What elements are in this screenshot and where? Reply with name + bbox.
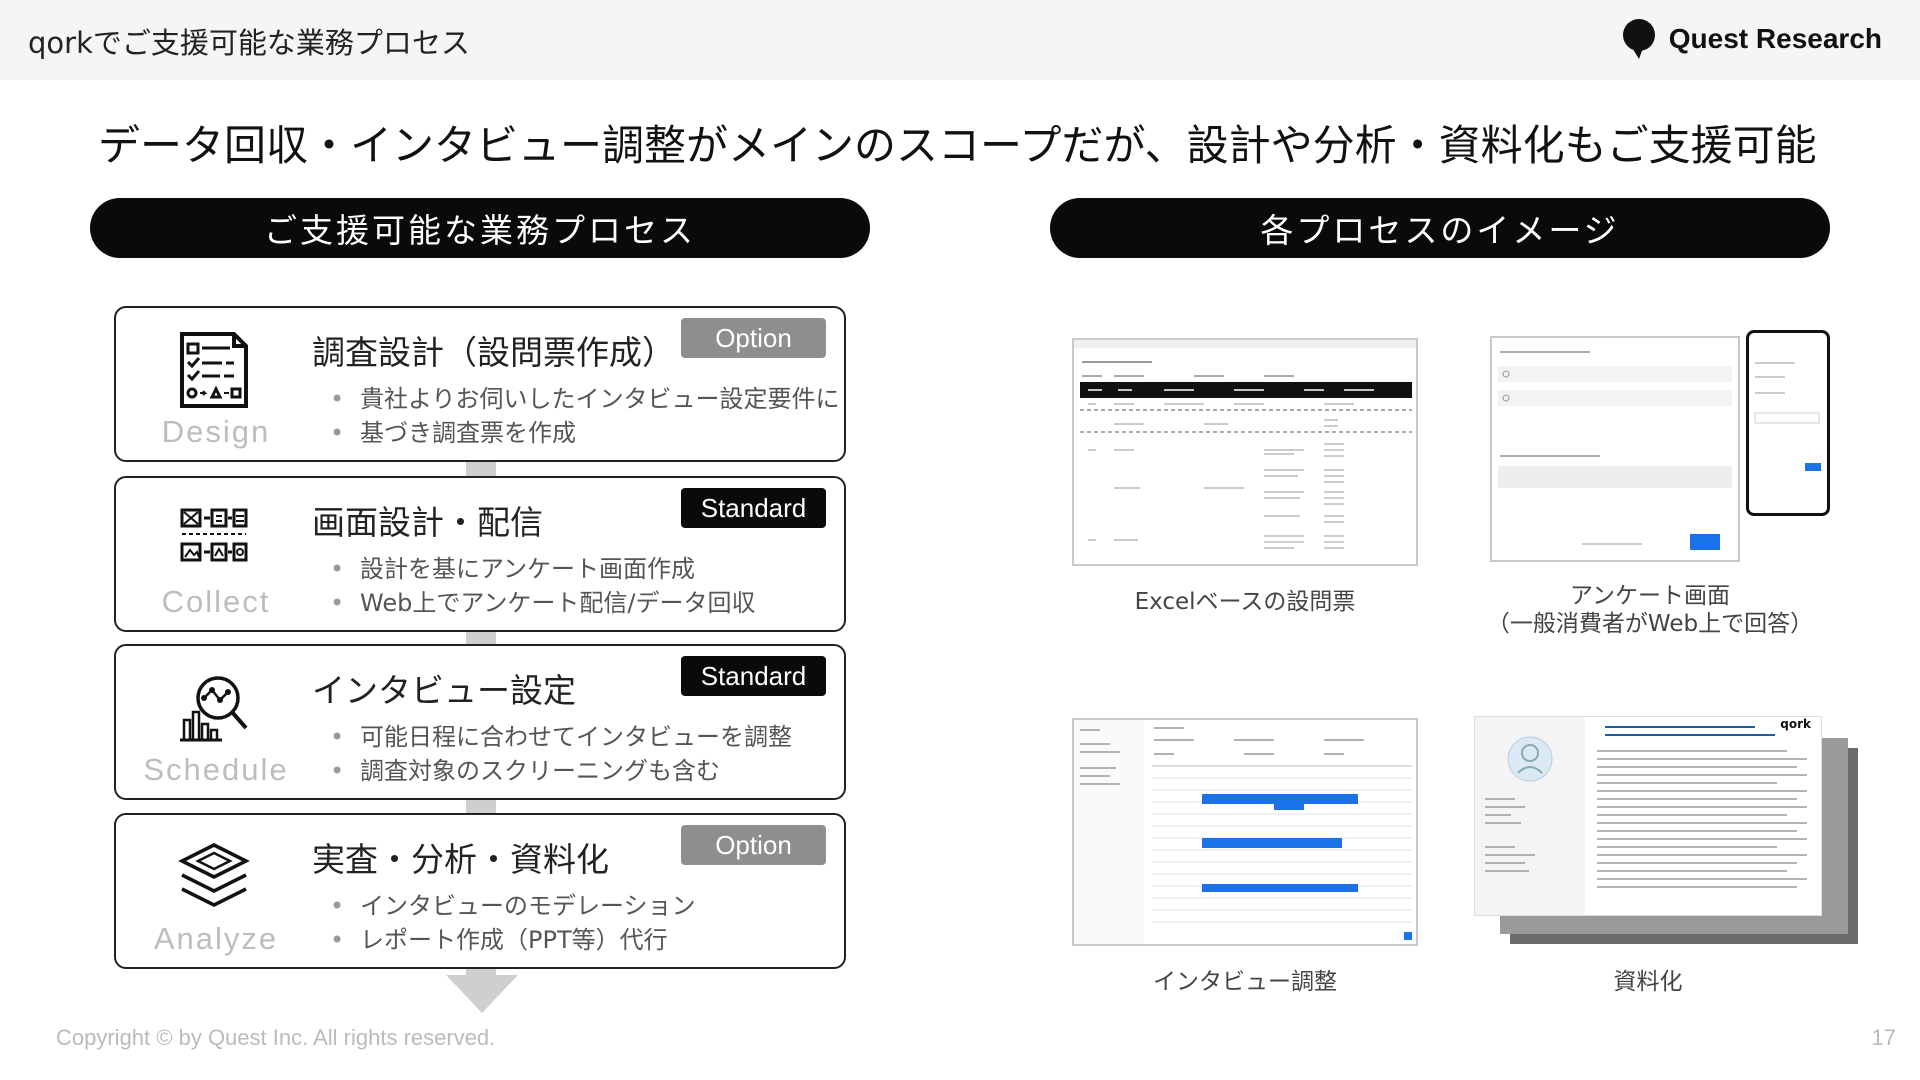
process-title: 画面設計・配信 xyxy=(312,503,543,542)
section-header-processes: ご支援可能な業務プロセス xyxy=(90,198,870,258)
standard-badge: Standard xyxy=(681,656,826,696)
bullet-item: 設計を基にアンケート画面作成 xyxy=(326,552,755,586)
report-logo: qork xyxy=(1780,717,1811,731)
process-title: インタビュー設定 xyxy=(312,671,576,710)
page-section-title: qorkでご支援可能な業務プロセス xyxy=(28,26,470,60)
process-card-schedule: Schedule インタビュー設定 Standard 可能日程に合わせてインタビ… xyxy=(114,644,846,800)
image-caption: インタビュー調整 xyxy=(1153,969,1337,995)
process-bullets: 設計を基にアンケート画面作成 Web上でアンケート配信/データ回収 xyxy=(326,552,755,620)
image-caption: 資料化 xyxy=(1613,969,1683,995)
interview-schedule-image xyxy=(1072,718,1418,946)
analytics-search-icon xyxy=(180,676,248,742)
process-name: Design xyxy=(161,414,271,449)
bullet-item: 貴社よりお伺いしたインタビュー設定要件に xyxy=(326,382,840,416)
speech-bubble-logo-icon xyxy=(1622,19,1655,59)
bullet-item: 基づき調査票を作成 xyxy=(326,416,840,450)
phone-screen-illustration xyxy=(1754,362,1821,471)
headline: データ回収・インタビュー調整がメインのスコープだが、設計や分析・資料化もご支援可… xyxy=(98,121,1817,170)
survey-form-icon xyxy=(180,332,248,408)
option-badge: Option xyxy=(681,825,826,865)
phone-mockup-image xyxy=(1746,330,1830,516)
brand-name: Quest Research xyxy=(1668,23,1882,54)
process-arrow xyxy=(446,975,518,1013)
process-title: 実査・分析・資料化 xyxy=(312,840,609,879)
survey-screen-image xyxy=(1490,336,1740,562)
process-bullets: インタビューのモデレーション レポート作成（PPT等）代行 xyxy=(326,889,696,957)
process-bullets: 貴社よりお伺いしたインタビュー設定要件に 基づき調査票を作成 xyxy=(326,382,840,450)
process-name: Schedule xyxy=(143,752,289,787)
section-header-images: 各プロセスのイメージ xyxy=(1050,198,1830,258)
bullet-item: Web上でアンケート配信/データ回収 xyxy=(326,586,755,620)
bullet-item: 調査対象のスクリーニングも含む xyxy=(326,754,792,788)
caption-line: アンケート画面 xyxy=(1569,583,1731,609)
image-caption: Excelベースの設問票 xyxy=(1134,589,1356,615)
process-name: Collect xyxy=(161,584,271,619)
bullet-item: 可能日程に合わせてインタビューを調整 xyxy=(326,720,792,754)
copyright: Copyright © by Quest Inc. All rights res… xyxy=(56,1025,496,1050)
report-image: qork xyxy=(1474,716,1822,916)
bullet-item: レポート作成（PPT等）代行 xyxy=(326,923,696,957)
page-number: 17 xyxy=(1871,1025,1896,1050)
caption-line: （一般消費者がWeb上で回答） xyxy=(1486,611,1814,637)
process-card-analyze: Analyze 実査・分析・資料化 Option インタビューのモデレーション … xyxy=(114,813,846,969)
top-bar: qorkでご支援可能な業務プロセス Quest Research xyxy=(0,0,1920,80)
process-name: Analyze xyxy=(153,921,279,956)
brand: Quest Research xyxy=(1621,18,1882,60)
process-card-design: Design 調査設計（設問票作成） Option 貴社よりお伺いしたインタビュ… xyxy=(114,306,846,462)
calendar-illustration xyxy=(1074,720,1412,944)
survey-form-illustration xyxy=(1498,351,1732,550)
screen-layout-icon xyxy=(180,508,248,562)
process-card-collect: Collect 画面設計・配信 Standard 設計を基にアンケート画面作成 … xyxy=(114,476,846,632)
layers-icon xyxy=(178,843,250,907)
excel-questionnaire-image xyxy=(1072,338,1418,566)
excel-sheet-illustration xyxy=(1074,340,1416,549)
process-bullets: 可能日程に合わせてインタビューを調整 調査対象のスクリーニングも含む xyxy=(326,720,792,788)
option-badge: Option xyxy=(681,318,826,358)
process-title: 調査設計（設問票作成） xyxy=(312,333,675,372)
image-caption: アンケート画面 （一般消費者がWeb上で回答） xyxy=(1470,582,1830,638)
bullet-item: インタビューのモデレーション xyxy=(326,889,696,923)
report-page-illustration xyxy=(1475,717,1807,915)
standard-badge: Standard xyxy=(681,488,826,528)
